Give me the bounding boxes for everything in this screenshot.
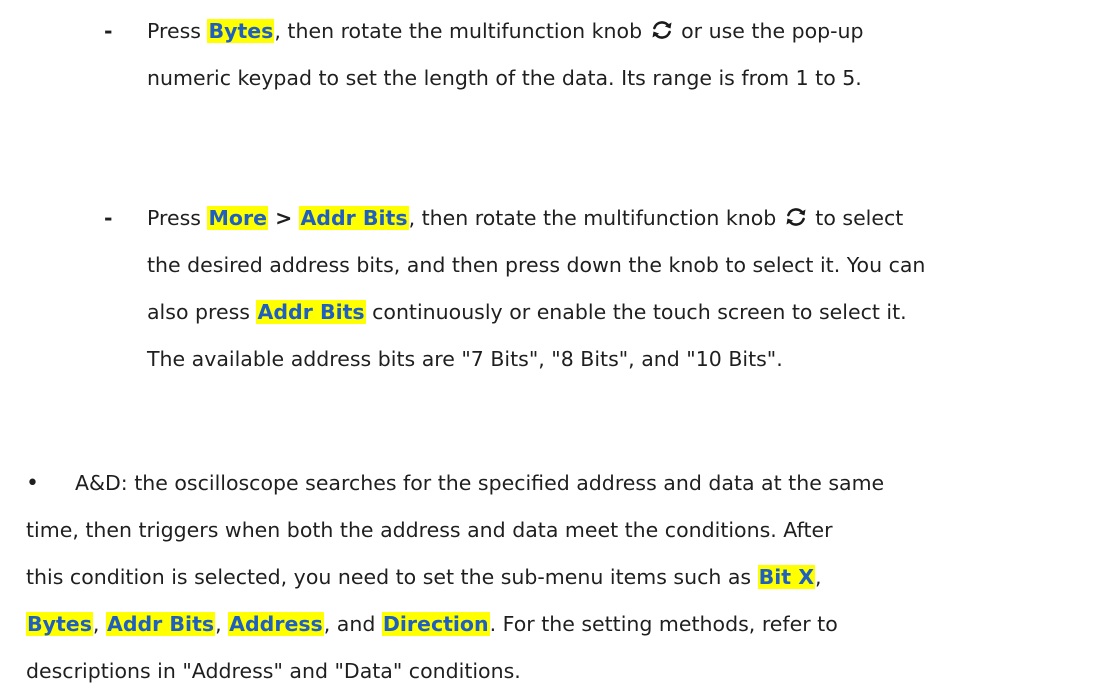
menu-key-bit-x: Bit X bbox=[757, 565, 816, 589]
sub-item-text: Press Bytes, then rotate the multifuncti… bbox=[147, 8, 864, 102]
bullet-item-text: A&D: the oscilloscope searches for the s… bbox=[75, 460, 884, 507]
text-line: The available address bits are "7 Bits",… bbox=[147, 347, 783, 371]
text-line: Press More > Addr Bits, then rotate the … bbox=[147, 195, 925, 242]
menu-key-addr-bits: Addr Bits bbox=[105, 612, 216, 636]
text-run: continuously or enable the touch screen … bbox=[365, 300, 907, 324]
text-run: Press bbox=[147, 19, 208, 43]
bullet-marker: • bbox=[26, 471, 39, 496]
rotate-knob-icon bbox=[785, 206, 807, 228]
menu-key-address: Address bbox=[228, 612, 324, 636]
text-run: , bbox=[815, 565, 822, 589]
dash-marker: - bbox=[104, 206, 113, 230]
menu-key-direction: Direction bbox=[381, 612, 490, 636]
text-line: also press Addr Bits continuously or ena… bbox=[147, 289, 925, 336]
sub-list-item-addr-bits: - Press More > Addr Bits, then rotate th… bbox=[104, 195, 925, 383]
text-line: Press Bytes, then rotate the multifuncti… bbox=[147, 8, 864, 55]
menu-key-addr-bits: Addr Bits bbox=[256, 300, 366, 324]
text-line: A&D: the oscilloscope searches for the s… bbox=[75, 471, 885, 495]
text-line: descriptions in "Address" and "Data" con… bbox=[26, 659, 521, 683]
text-run: , then rotate the multifunction knob bbox=[408, 206, 783, 230]
text-run: to select bbox=[808, 206, 904, 230]
text-line: time, then triggers when both the addres… bbox=[26, 518, 833, 542]
sub-item-text: Press More > Addr Bits, then rotate the … bbox=[147, 195, 925, 383]
text-run: Press bbox=[147, 206, 208, 230]
menu-key-more: More bbox=[207, 206, 268, 230]
bullet-item-continuation: time, then triggers when both the addres… bbox=[26, 507, 884, 695]
text-line: the desired address bits, and then press… bbox=[147, 253, 926, 277]
menu-path-separator: > bbox=[267, 206, 300, 230]
text-run: , and bbox=[323, 612, 382, 636]
dash-marker: - bbox=[104, 19, 113, 43]
text-run: , bbox=[215, 612, 229, 636]
rotate-knob-icon bbox=[651, 19, 673, 41]
bullet-item-a-and-d: • A&D: the oscilloscope searches for the… bbox=[26, 460, 884, 695]
text-run: . For the setting methods, refer to bbox=[489, 612, 838, 636]
text-run: , bbox=[92, 612, 106, 636]
manual-page: - Press Bytes, then rotate the multifunc… bbox=[0, 0, 1111, 700]
text-line: numeric keypad to set the length of the … bbox=[147, 66, 862, 90]
text-run: this condition is selected, you need to … bbox=[26, 565, 758, 589]
menu-key-bytes: Bytes bbox=[26, 612, 93, 636]
menu-key-addr-bits: Addr Bits bbox=[299, 206, 409, 230]
text-line: Bytes, Addr Bits, Address, and Direction… bbox=[26, 601, 884, 648]
text-run: , then rotate the multifunction knob bbox=[274, 19, 649, 43]
sub-list-item-bytes: - Press Bytes, then rotate the multifunc… bbox=[104, 8, 864, 102]
text-run: or use the pop-up bbox=[674, 19, 864, 43]
text-line: this condition is selected, you need to … bbox=[26, 554, 884, 601]
menu-key-bytes: Bytes bbox=[207, 19, 275, 43]
text-run: also press bbox=[147, 300, 257, 324]
